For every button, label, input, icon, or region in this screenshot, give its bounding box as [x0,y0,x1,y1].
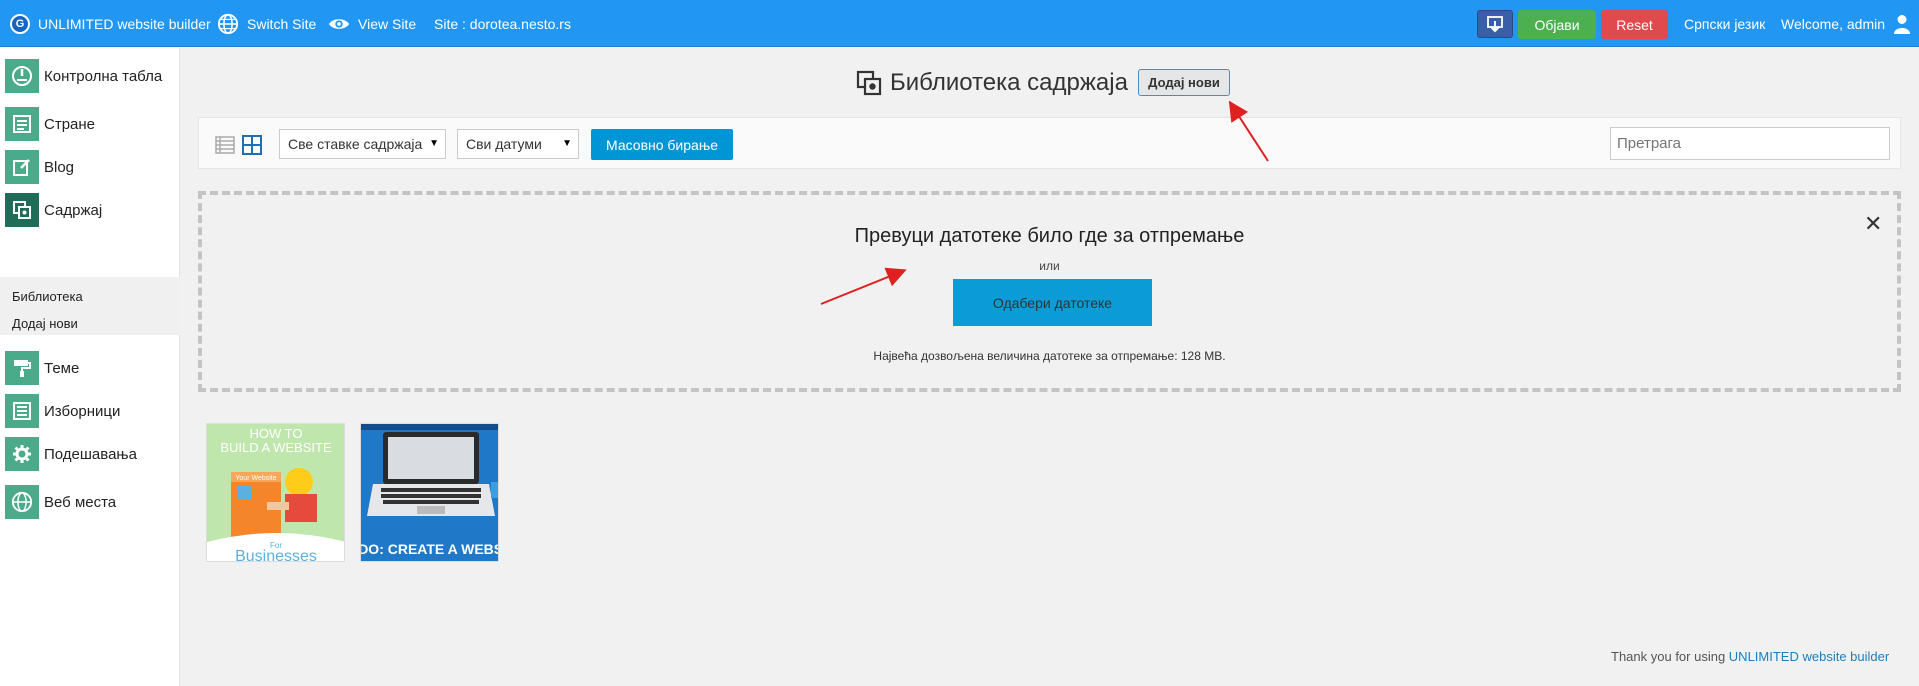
user-icon [1894,14,1911,34]
date-filter-value: Сви датуми [466,136,542,152]
footer-link[interactable]: UNLIMITED website builder [1729,649,1889,664]
sidebar-item-label: Подешавања [44,445,137,463]
search-input[interactable] [1610,127,1890,160]
how-to-build-website-image: HOW TO BUILD A WEBSITE Your Website For … [207,424,344,562]
sidebar-item-media[interactable]: Садржај [0,190,180,230]
sidebar-item-themes[interactable]: Теме [0,348,180,388]
svg-text:BUILD A WEBSITE: BUILD A WEBSITE [220,440,332,455]
svg-text:Businesses: Businesses [235,548,317,562]
welcome-label: Welcome, admin [1781,15,1886,32]
dropzone-title: Превуци датотеке било где за отпремање [854,225,1245,247]
submenu-item-library[interactable]: Библиотека [12,289,83,304]
media-type-filter[interactable]: Све ставке садржаја ▼ [279,129,446,159]
brand-link[interactable]: G UNLIMITED website builder [10,0,211,47]
sidebar-item-label: Контролна табла [44,67,163,85]
sidebar-item-label: Стране [44,115,96,133]
select-files-button[interactable]: Одабери датотеке [953,279,1152,326]
view-site-label: View Site [358,15,417,32]
grid-view-icon[interactable] [242,135,262,155]
sidebar-item-label: Изборници [44,402,121,420]
brand-label: UNLIMITED website builder [38,15,211,32]
top-bar: G UNLIMITED website builder Switch Site … [0,0,1919,47]
current-site-label: Site : dorotea.nesto.rs [434,15,571,32]
sidebar-item-label: Теме [44,359,80,377]
sidebar: Контролна табла Стране Blog Садржај Библ… [0,48,180,686]
footer-text: Thank you for using [1611,649,1729,664]
media-icon [5,193,39,227]
dropzone-or: или [1039,259,1060,273]
settings-icon [5,437,39,471]
switch-site-link[interactable]: Switch Site [217,0,316,47]
current-site: Site : dorotea.nesto.rs [434,0,571,47]
media-toolbar: Све ставке садржаја ▼ Сви датуми ▼ Масов… [198,117,1901,169]
publish-button[interactable]: Објави [1518,10,1596,39]
media-thumbnail[interactable]: TO DO: CREATE A WEBSITE [360,423,499,562]
page-title-text: Библиотека садржаја [890,69,1128,96]
max-upload-size: Највећа дозвољена величина датотеке за о… [873,349,1226,363]
blog-icon [5,150,39,184]
globe-icon [217,13,239,34]
menus-icon [5,394,39,428]
download-button[interactable] [1477,10,1513,38]
sidebar-item-sites[interactable]: Веб места [0,482,180,522]
switch-site-label: Switch Site [247,15,317,32]
sidebar-item-label: Веб места [44,493,117,511]
language-link[interactable]: Српски језик [1684,0,1765,47]
svg-text:TO DO: CREATE A WEBSITE: TO DO: CREATE A WEBSITE [361,541,499,557]
list-view-icon[interactable] [215,135,235,155]
pages-icon [5,107,39,141]
sidebar-item-dashboard[interactable]: Контролна табла [0,56,180,96]
media-type-filter-value: Све ставке садржаја [288,136,423,152]
media-thumbnail[interactable]: HOW TO BUILD A WEBSITE Your Website For … [206,423,345,562]
bulk-select-button[interactable]: Масовно бирање [591,129,733,160]
sidebar-item-blog[interactable]: Blog [0,147,180,187]
download-icon [1487,16,1503,33]
svg-text:Your Website: Your Website [235,475,276,482]
sidebar-item-pages[interactable]: Стране [0,104,180,144]
eye-icon [328,18,350,29]
media-submenu: Библиотека Додај нови [0,277,180,335]
submenu-item-add-new[interactable]: Додај нови [12,316,78,331]
chevron-down-icon: ▼ [562,138,572,149]
date-filter[interactable]: Сви датуми ▼ [457,129,579,159]
sidebar-item-label: Садржај [44,201,103,219]
themes-icon [5,351,39,385]
close-icon[interactable]: ✕ [1864,213,1882,235]
dashboard-icon [5,59,39,93]
language-label: Српски језик [1684,15,1766,32]
brand-logo-icon: G [10,13,30,34]
add-new-button[interactable]: Додај нови [1138,69,1230,96]
todo-create-website-image: TO DO: CREATE A WEBSITE [361,424,499,561]
view-site-link[interactable]: View Site [328,0,416,47]
media-library-icon [856,70,882,96]
page-title: Библиотека садржаја [856,66,1128,100]
sidebar-item-settings[interactable]: Подешавања [0,434,180,474]
sites-icon [5,485,39,519]
reset-button[interactable]: Reset [1601,10,1668,39]
footer: Thank you for using UNLIMITED website bu… [1611,649,1889,664]
svg-text:HOW TO: HOW TO [250,426,303,441]
chevron-down-icon: ▼ [429,138,439,149]
user-menu[interactable]: Welcome, admin [1781,0,1911,47]
sidebar-item-menus[interactable]: Изборници [0,391,180,431]
sidebar-item-label: Blog [44,158,75,176]
upload-dropzone[interactable]: Превуци датотеке било где за отпремање и… [198,191,1901,392]
